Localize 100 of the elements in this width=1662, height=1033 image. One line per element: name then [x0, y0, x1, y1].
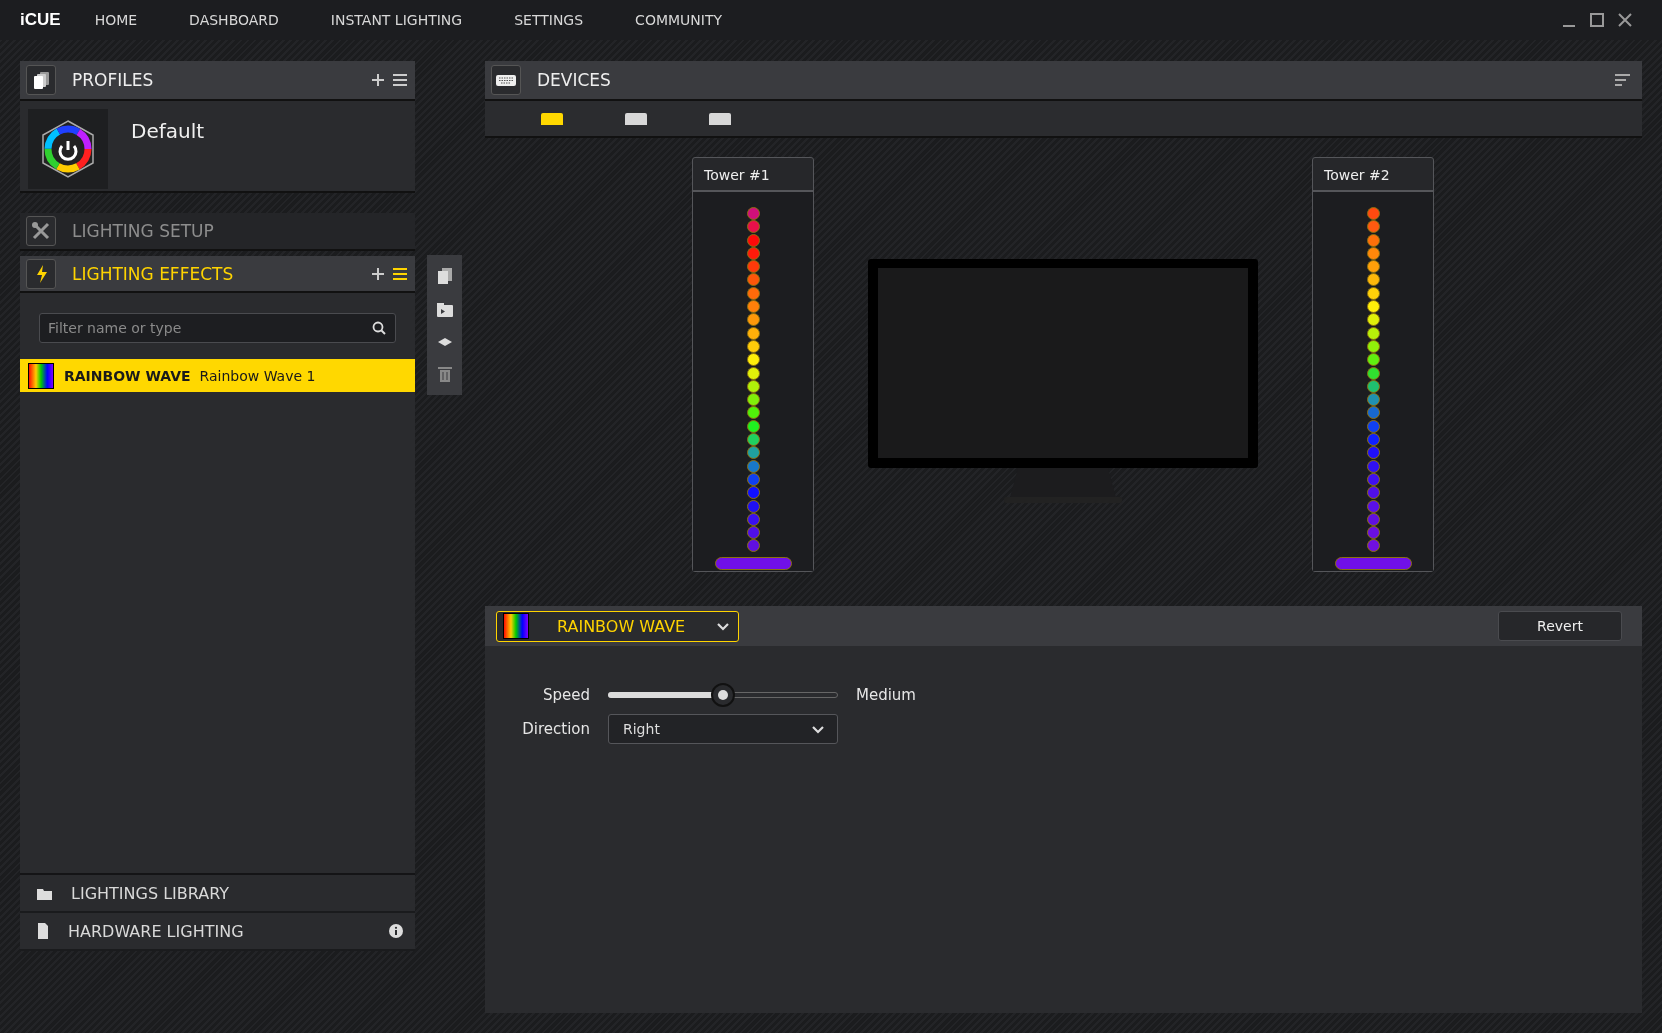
profile-card[interactable]: Default: [20, 101, 415, 193]
sidebar-item[interactable]: LIGHTINGS LIBRARY: [20, 875, 415, 913]
close-icon[interactable]: [1618, 13, 1632, 27]
led-dot[interactable]: [1366, 406, 1380, 420]
led-dot[interactable]: [746, 260, 760, 274]
led-dot[interactable]: [746, 526, 760, 540]
led-dot[interactable]: [746, 286, 760, 300]
led-strip[interactable]: [714, 556, 792, 570]
chevron-down-icon: [716, 620, 730, 632]
section-title: LIGHTING SETUP: [72, 221, 215, 241]
device-tab[interactable]: [541, 112, 563, 125]
led-dot[interactable]: [746, 539, 760, 553]
menu-icon[interactable]: [393, 266, 407, 281]
led-dot[interactable]: [1366, 246, 1380, 260]
led-dot[interactable]: [1366, 512, 1380, 526]
lightning-icon: [34, 263, 48, 284]
led-dot[interactable]: [1366, 526, 1380, 540]
filter-field[interactable]: Filter name or type: [39, 313, 396, 343]
effect-dropdown[interactable]: RAINBOW WAVE: [496, 610, 739, 642]
effect-name: Rainbow Wave 1: [199, 367, 316, 384]
tower-device[interactable]: Tower #1: [692, 157, 814, 572]
copy-icon[interactable]: [436, 267, 453, 286]
led-dot[interactable]: [1366, 486, 1380, 500]
led-dot[interactable]: [746, 300, 760, 314]
led-dot[interactable]: [1366, 472, 1380, 486]
sidebar-item[interactable]: HARDWARE LIGHTING: [20, 913, 415, 951]
led-dot[interactable]: [1366, 459, 1380, 473]
led-dot[interactable]: [746, 446, 760, 460]
led-dot[interactable]: [1366, 220, 1380, 234]
tower-device[interactable]: Tower #2: [1312, 157, 1434, 572]
led-dot[interactable]: [746, 246, 760, 260]
led-dot[interactable]: [1366, 499, 1380, 513]
led-dot[interactable]: [1366, 353, 1380, 367]
led-dot[interactable]: [1366, 300, 1380, 314]
led-dot[interactable]: [746, 459, 760, 473]
led-dot[interactable]: [746, 353, 760, 367]
led-dot[interactable]: [746, 486, 760, 500]
led-dot[interactable]: [746, 207, 760, 220]
device-tab[interactable]: [625, 112, 647, 125]
led-dot[interactable]: [746, 512, 760, 526]
nav-tab[interactable]: DASHBOARD: [189, 12, 279, 28]
memory-card-icon: [36, 922, 50, 940]
led-dot[interactable]: [1366, 379, 1380, 393]
led-dot[interactable]: [746, 499, 760, 513]
slider-thumb[interactable]: [711, 683, 735, 707]
led-dot[interactable]: [746, 313, 760, 327]
led-dot[interactable]: [746, 419, 760, 433]
info-icon[interactable]: [389, 924, 403, 938]
rainbow-swatch-icon: [503, 613, 529, 639]
led-dot[interactable]: [1366, 326, 1380, 340]
direction-dropdown[interactable]: Right: [608, 714, 838, 744]
section-title: PROFILES: [72, 70, 155, 90]
lighting-setup-header[interactable]: LIGHTING SETUP: [20, 213, 415, 251]
led-dot[interactable]: [746, 393, 760, 407]
device-tab[interactable]: [709, 112, 731, 125]
led-dot[interactable]: [1366, 419, 1380, 433]
led-dot[interactable]: [746, 273, 760, 287]
led-dot[interactable]: [1366, 233, 1380, 247]
effect-row[interactable]: RAINBOW WAVE Rainbow Wave 1: [20, 359, 415, 392]
led-dot[interactable]: [1366, 207, 1380, 220]
chevron-down-icon: [811, 723, 825, 735]
led-dot[interactable]: [746, 220, 760, 234]
led-dot[interactable]: [746, 233, 760, 247]
led-dot[interactable]: [1366, 260, 1380, 274]
setting-value: Medium: [856, 686, 917, 704]
led-dot[interactable]: [746, 379, 760, 393]
led-dot[interactable]: [1366, 393, 1380, 407]
maximize-icon[interactable]: [1590, 13, 1604, 27]
led-dot[interactable]: [746, 366, 760, 380]
led-strip[interactable]: [1334, 556, 1412, 570]
plus-icon[interactable]: [371, 266, 385, 281]
led-dot[interactable]: [1366, 539, 1380, 553]
setting-label: Speed: [541, 686, 590, 704]
revert-button[interactable]: Revert: [1498, 611, 1622, 641]
plus-icon[interactable]: [371, 73, 385, 87]
setting-label: Direction: [521, 720, 590, 738]
led-dot[interactable]: [1366, 339, 1380, 353]
led-dot[interactable]: [746, 406, 760, 420]
led-dot[interactable]: [746, 326, 760, 340]
led-dot[interactable]: [1366, 366, 1380, 380]
search-icon[interactable]: [372, 321, 386, 335]
led-dot[interactable]: [1366, 433, 1380, 447]
led-dot[interactable]: [1366, 446, 1380, 460]
nav-tab[interactable]: HOME: [94, 12, 138, 28]
nav-tab[interactable]: SETTINGS: [514, 12, 584, 28]
led-dot[interactable]: [1366, 273, 1380, 287]
profile-name: Default: [131, 119, 205, 143]
led-dot[interactable]: [1366, 313, 1380, 327]
led-dot[interactable]: [746, 433, 760, 447]
nav-tab[interactable]: COMMUNITY: [635, 12, 722, 28]
trash-icon[interactable]: [436, 364, 453, 383]
menu-icon[interactable]: [393, 73, 407, 87]
speed-slider[interactable]: [608, 682, 838, 708]
led-dot[interactable]: [746, 339, 760, 353]
led-dot[interactable]: [1366, 286, 1380, 300]
nav-tab[interactable]: INSTANT LIGHTING: [330, 12, 463, 28]
led-dot[interactable]: [746, 472, 760, 486]
folder-icon[interactable]: [435, 301, 454, 319]
tools-icon: [31, 221, 51, 241]
sort-lines-icon[interactable]: [1615, 73, 1630, 87]
